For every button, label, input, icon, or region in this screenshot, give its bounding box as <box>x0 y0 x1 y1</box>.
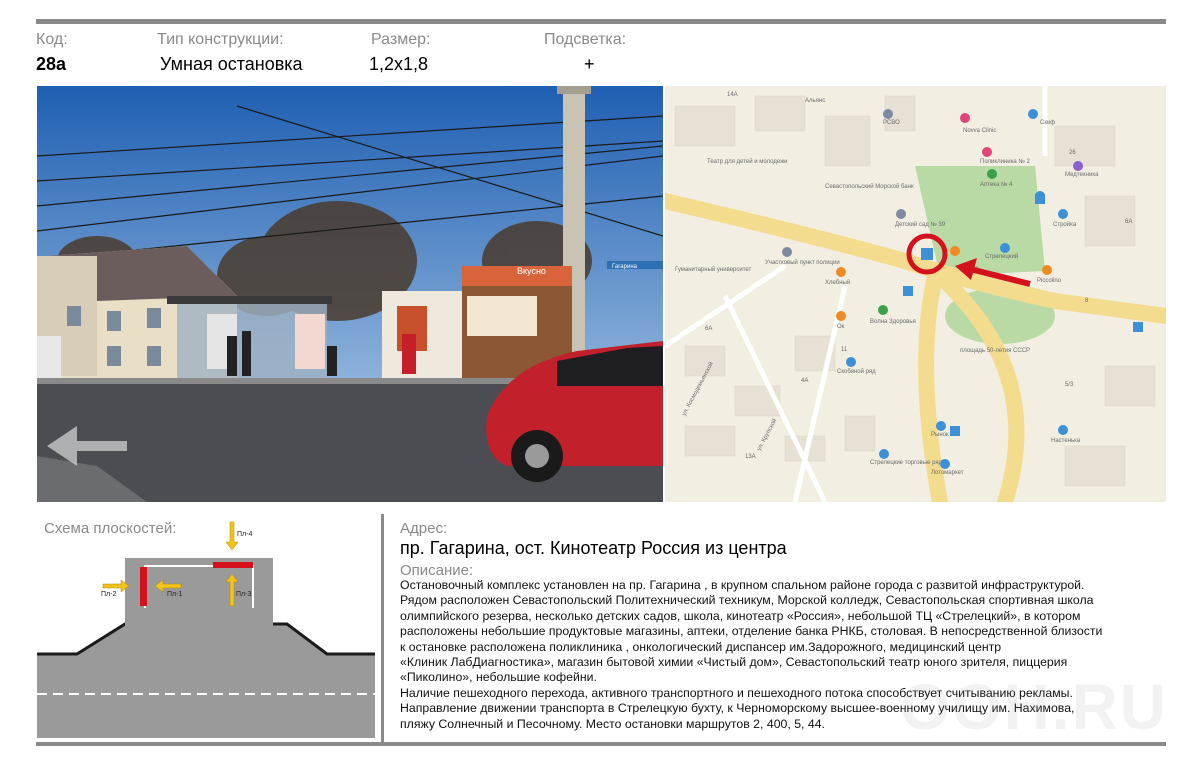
map-poi: 4А <box>801 378 808 384</box>
map-poi: площадь 50-летия СССР <box>960 348 1030 354</box>
map-poi: 5/3 <box>1065 382 1074 388</box>
map-poi: Piccolino <box>1037 278 1062 284</box>
map-poi: Участковый пункт полиции <box>765 259 840 266</box>
kiosk-sign: Вкусно <box>517 266 546 276</box>
plane-label-4: Пл-4 <box>237 531 252 538</box>
plane-label-1: Пл-1 <box>167 591 182 598</box>
size-value: 1,2х1,8 <box>369 54 429 74</box>
map-poi: Рынок <box>931 432 949 438</box>
plane-label-2: Пл-2 <box>101 591 116 598</box>
map-poi: Хлебный <box>825 279 850 286</box>
address-label: Адрес: <box>400 520 448 537</box>
location-map: ул. Космодемьянской ул. Крупской 14А Аль… <box>665 86 1166 502</box>
watermark: OOH.RU <box>900 671 1168 743</box>
plane-2 <box>140 567 147 606</box>
map-poi: 26 <box>1069 150 1076 156</box>
description-label: Описание: <box>400 562 474 579</box>
map-poi: Скобяной ряд <box>837 368 876 375</box>
type-label: Тип конструкции: <box>157 31 284 48</box>
plane-label-3: Пл-3 <box>236 591 251 598</box>
map-poi: 13А <box>745 454 756 460</box>
description-line: олимпийского резерва, несколько детских … <box>400 608 1081 623</box>
location-photo: Вкусно Гагарина <box>37 86 663 502</box>
map-poi: Севастопольский Морской банк <box>825 183 914 190</box>
description-line: расположены небольшие продуктовые магази… <box>400 624 1103 639</box>
map-poi: Настенька <box>1051 438 1081 444</box>
map-poi: РСВО <box>883 120 900 126</box>
section-divider <box>381 514 384 742</box>
map-poi: Альянс <box>805 98 825 104</box>
size-label: Размер: <box>371 31 431 48</box>
map-poi: Лотомаркет <box>931 470 964 476</box>
description-line: «Клиник ЛабДиагностика», магазин бытовой… <box>400 655 1068 670</box>
planes-scheme: Пл-1 Пл-2 Пл-3 Пл-4 <box>37 514 375 738</box>
map-poi: 6А <box>1125 219 1132 225</box>
map-poi: Скиф <box>1040 120 1055 126</box>
description-line: Рядом расположен Севастопольский Политех… <box>400 593 1094 608</box>
plane-4 <box>213 562 253 568</box>
map-poi: Аптека № 4 <box>980 181 1013 188</box>
map-poi: Гуманитарный университет <box>675 266 752 273</box>
map-poi: Стройка <box>1053 221 1077 228</box>
bottom-rule <box>36 742 1166 746</box>
map-poi: Novva Clinic <box>963 128 996 134</box>
description-line: к остановке расположена поликлиника , он… <box>400 639 1002 654</box>
map-poi: Поликлиника № 2 <box>980 158 1030 165</box>
code-label: Код: <box>36 31 68 48</box>
type-value: Умная остановка <box>160 54 303 74</box>
map-poi: Ок <box>837 324 845 330</box>
street-sign: Гагарина <box>612 264 638 270</box>
map-poi: Стрелецкий <box>985 253 1018 260</box>
map-poi: 11 <box>841 347 848 353</box>
address-value: пр. Гагарина, ост. Кинотеатр Россия из ц… <box>400 538 787 558</box>
top-rule <box>36 19 1166 24</box>
map-poi: Стрелецкие торговые ряды <box>870 460 946 466</box>
description-line: Остановочный комплекс установлен на пр. … <box>400 578 1085 592</box>
light-label: Подсветка: <box>544 31 627 48</box>
map-poi: Волна Здоровья <box>870 319 916 325</box>
light-value: + <box>584 54 595 74</box>
map-poi: Медтехника <box>1065 172 1099 178</box>
map-poi: Театр для детей и молодежи <box>707 158 787 165</box>
map-poi: 6А <box>705 326 712 332</box>
map-poi: 14А <box>727 92 738 98</box>
map-poi: Детский сад № 39 <box>895 221 946 228</box>
code-value: 28а <box>36 54 67 74</box>
